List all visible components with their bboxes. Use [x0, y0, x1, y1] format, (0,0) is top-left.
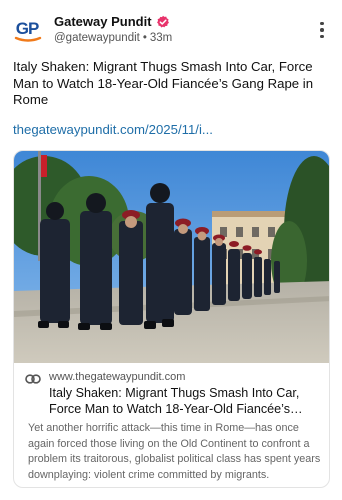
- post-header: GP Gateway Pundit @gatewaypundit • 33m: [12, 12, 330, 48]
- card-body: www.thegatewaypundit.com Italy Shaken: M…: [14, 363, 329, 487]
- post-link[interactable]: thegatewaypundit.com/2025/11/i...: [13, 122, 213, 137]
- post-text: Italy Shaken: Migrant Thugs Smash Into C…: [13, 59, 314, 107]
- card-description: Yet another horrific attack—this time in…: [28, 422, 321, 481]
- avatar[interactable]: GP: [12, 14, 44, 46]
- card-image[interactable]: [14, 151, 329, 363]
- display-name[interactable]: Gateway Pundit: [54, 14, 152, 29]
- handle[interactable]: @gatewaypundit: [54, 32, 140, 44]
- card-domain: www.thegatewaypundit.com: [49, 371, 186, 383]
- post-card[interactable]: GP Gateway Pundit @gatewaypundit • 33m Ita…: [0, 0, 342, 500]
- card-title[interactable]: Italy Shaken: Migrant Thugs Smash Into C…: [49, 385, 323, 417]
- vertical-dots-icon: [320, 21, 324, 26]
- separator-dot: •: [142, 32, 147, 44]
- more-options-button[interactable]: [314, 20, 330, 40]
- meta-row: @gatewaypundit • 33m: [54, 32, 172, 44]
- avatar-text: GP: [16, 19, 39, 38]
- link-preview-card[interactable]: www.thegatewaypundit.com Italy Shaken: M…: [13, 150, 330, 488]
- name-row: Gateway Pundit: [54, 14, 170, 29]
- chain-link-icon: [25, 374, 41, 384]
- timestamp[interactable]: 33m: [150, 32, 172, 44]
- verified-badge-icon: [156, 15, 170, 29]
